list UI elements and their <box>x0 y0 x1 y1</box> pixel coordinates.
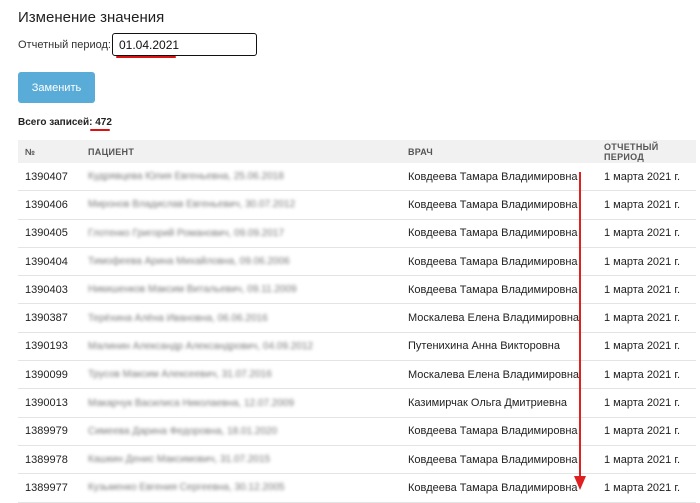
table-row[interactable]: 1389977 Кузьменко Евгения Сергеевна, 30.1… <box>18 473 696 503</box>
cell-doctor: Путенихина Анна Викторовна <box>401 332 597 362</box>
cell-number: 1390407 <box>18 163 81 192</box>
cell-period: 1 марта 2021 г. <box>597 360 696 390</box>
cell-patient: Трусов Максим Алексеевич, 31.07.2016 <box>81 360 401 390</box>
cell-patient: Глотенко Григорий Романович, 09.09.2017 <box>81 219 401 248</box>
cell-number: 1390193 <box>18 332 81 362</box>
cell-number: 1390404 <box>18 247 81 277</box>
records-table: № ПАЦИЕНТ ВРАЧ ОТЧЕТНЫЙ ПЕРИОД 1390407 Ку… <box>18 140 696 503</box>
cell-patient: Кузьменко Евгения Сергеевна, 30.12.2005 <box>81 473 401 503</box>
table-row[interactable]: 1390387 Терёхина Алёна Ивановна, 06.06.20… <box>18 303 696 333</box>
table-row[interactable]: 1390013 Макарчук Василиса Николаевна, 12.… <box>18 388 696 418</box>
cell-period: 1 марта 2021 г. <box>597 219 696 248</box>
table-row[interactable]: 1390403 Никишенков Максим Витальевич, 09.… <box>18 275 696 305</box>
period-input[interactable] <box>112 33 257 56</box>
cell-doctor: Ковдеева Тамара Владимировна <box>401 275 597 305</box>
cell-patient: Терёхина Алёна Ивановна, 06.06.2016 <box>81 303 401 333</box>
table-row[interactable]: 1389978 Кашкин Денис Максимович, 31.07.20… <box>18 445 696 475</box>
annotation-underline-period <box>116 56 176 58</box>
cell-doctor: Ковдеева Тамара Владимировна <box>401 247 597 277</box>
period-label: Отчетный период: <box>18 39 111 51</box>
column-header-doctor[interactable]: ВРАЧ <box>401 140 597 163</box>
table-row[interactable]: 1390404 Тимофеева Арина Михайловна, 09.06… <box>18 247 696 277</box>
cell-period: 1 марта 2021 г. <box>597 332 696 362</box>
cell-number: 1389979 <box>18 417 81 446</box>
cell-doctor: Ковдеева Тамара Владимировна <box>401 190 597 220</box>
cell-number: 1390013 <box>18 388 81 418</box>
cell-number: 1389977 <box>18 473 81 503</box>
annotation-underline-total <box>90 129 110 131</box>
cell-period: 1 марта 2021 г. <box>597 163 696 192</box>
cell-period: 1 марта 2021 г. <box>597 275 696 305</box>
cell-period: 1 марта 2021 г. <box>597 303 696 333</box>
table-row[interactable]: 1390406 Миронов Владислав Евгеньевич, 30.… <box>18 190 696 220</box>
replace-button[interactable]: Заменить <box>18 72 95 103</box>
table-row[interactable]: 1389979 Симеева Дарина Федоровна, 18.01.2… <box>18 417 696 446</box>
cell-doctor: Ковдеева Тамара Владимировна <box>401 219 597 248</box>
cell-doctor: Казимирчак Ольга Дмитриевна <box>401 388 597 418</box>
cell-number: 1390099 <box>18 360 81 390</box>
page-title: Изменение значения <box>18 9 165 26</box>
scroll-down-arrow-icon <box>574 172 586 490</box>
cell-number: 1390405 <box>18 219 81 248</box>
cell-doctor: Ковдеева Тамара Владимировна <box>401 445 597 475</box>
cell-patient: Кашкин Денис Максимович, 31.07.2015 <box>81 445 401 475</box>
cell-period: 1 марта 2021 г. <box>597 445 696 475</box>
cell-patient: Малинин Александр Александрович, 04.09.2… <box>81 332 401 362</box>
cell-patient: Кудрявцева Юлия Евгеньевна, 25.06.2018 <box>81 163 401 192</box>
cell-number: 1390403 <box>18 275 81 305</box>
cell-period: 1 марта 2021 г. <box>597 247 696 277</box>
column-header-patient[interactable]: ПАЦИЕНТ <box>81 140 401 163</box>
cell-period: 1 марта 2021 г. <box>597 417 696 446</box>
cell-doctor: Ковдеева Тамара Владимировна <box>401 417 597 446</box>
cell-number: 1390387 <box>18 303 81 333</box>
cell-patient: Макарчук Василиса Николаевна, 12.07.2009 <box>81 388 401 418</box>
table-row[interactable]: 1390405 Глотенко Григорий Романович, 09.0… <box>18 219 696 248</box>
cell-doctor: Ковдеева Тамара Владимировна <box>401 473 597 503</box>
total-records: Всего записей: 472 <box>18 117 112 128</box>
total-label: Всего записей: <box>18 117 93 128</box>
column-header-number[interactable]: № <box>18 140 81 163</box>
cell-patient: Тимофеева Арина Михайловна, 09.06.2006 <box>81 247 401 277</box>
cell-period: 1 марта 2021 г. <box>597 473 696 503</box>
total-count: 472 <box>95 117 112 128</box>
column-header-period[interactable]: ОТЧЕТНЫЙ ПЕРИОД <box>597 140 696 163</box>
cell-doctor: Москалева Елена Владимировна <box>401 360 597 390</box>
cell-number: 1389978 <box>18 445 81 475</box>
cell-doctor: Ковдеева Тамара Владимировна <box>401 163 597 192</box>
cell-patient: Симеева Дарина Федоровна, 18.01.2020 <box>81 417 401 446</box>
table-row[interactable]: 1390099 Трусов Максим Алексеевич, 31.07.2… <box>18 360 696 390</box>
cell-patient: Миронов Владислав Евгеньевич, 30.07.2012 <box>81 190 401 220</box>
cell-period: 1 марта 2021 г. <box>597 388 696 418</box>
table-row[interactable]: 1390193 Малинин Александр Александрович, … <box>18 332 696 362</box>
table-header-row: № ПАЦИЕНТ ВРАЧ ОТЧЕТНЫЙ ПЕРИОД <box>18 140 696 163</box>
table-row[interactable]: 1390407 Кудрявцева Юлия Евгеньевна, 25.06… <box>18 163 696 192</box>
cell-doctor: Москалева Елена Владимировна <box>401 303 597 333</box>
cell-period: 1 марта 2021 г. <box>597 190 696 220</box>
cell-patient: Никишенков Максим Витальевич, 09.11.2009 <box>81 275 401 305</box>
cell-number: 1390406 <box>18 190 81 220</box>
